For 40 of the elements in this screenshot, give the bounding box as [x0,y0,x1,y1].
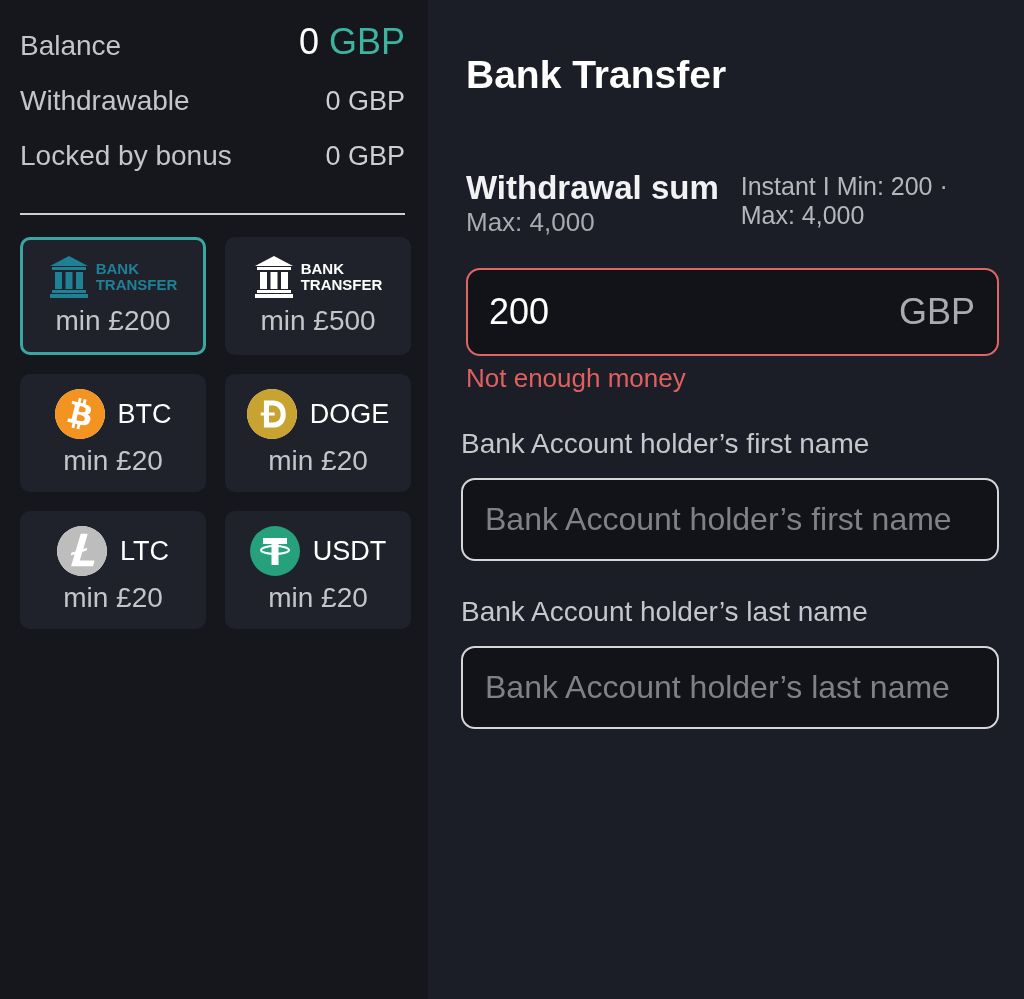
bank-icon [253,256,294,298]
balance-label: Locked by bonus [20,139,232,172]
field-label: Bank Account holder’s last name [461,596,869,628]
bitcoin-icon [54,389,105,439]
error-message: Not enough money [466,363,687,393]
coin-label: USDT [312,535,387,567]
max-amount: Max: 4,000 [466,206,596,238]
coin-label: BTC [117,398,172,430]
page-title: Bank Transfer [466,52,728,98]
payment-method-card[interactable]: BTC min £20 [20,374,206,492]
payment-method-card[interactable]: USDT min £20 [225,511,411,629]
currency-label: GBP [898,292,975,332]
payment-method-card[interactable]: DOGE min £20 [225,374,411,492]
balance-amount: 0 GBP [298,21,405,62]
balance-value: 0 GBP [325,139,405,172]
minimum-amount: min £20 [268,445,368,477]
input-field[interactable]: Bank Account holder’s first name [461,478,999,561]
balance-value: 0 GBP [325,84,405,117]
balance-label: Balance [20,29,122,62]
field-label: Bank Account holder’s first name [461,428,871,460]
logo-text: BANK TRANSFER [95,261,178,293]
coin-label: DOGE [309,398,390,430]
minimum-amount: min £20 [268,582,368,614]
input-field[interactable]: Bank Account holder’s last name [461,646,999,729]
balance-label: Withdrawable [20,84,190,117]
minimum-amount: min £200 [55,305,171,337]
tether-icon [249,526,300,576]
bank-icon [48,256,89,298]
payment-method-card[interactable]: BANK TRANSFER min £500 [225,237,411,355]
minimum-amount: min £20 [63,582,163,614]
dogecoin-icon [246,389,297,439]
payment-method-card[interactable]: LTC min £20 [20,511,206,629]
minimum-amount: min £500 [260,305,376,337]
payment-method-card[interactable]: BANK TRANSFER min £200 [20,237,206,355]
litecoin-icon [57,526,107,576]
coin-label: LTC [120,535,169,567]
minimum-amount: min £20 [63,445,163,477]
section-title: Withdrawal sum [466,170,719,206]
limits-text: Instant I Min: 200 · Max: 4,000 [740,172,949,230]
logo-text: BANK TRANSFER [300,261,383,293]
